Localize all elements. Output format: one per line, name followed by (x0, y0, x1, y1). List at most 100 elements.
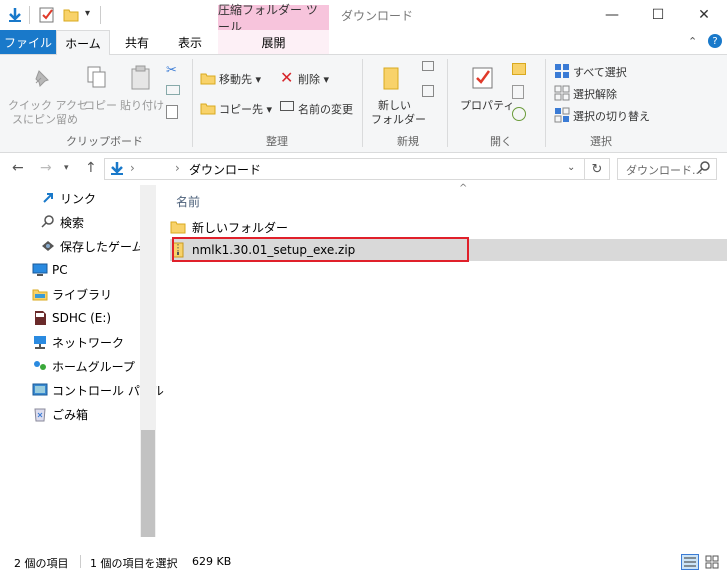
status-size: 629 KB (192, 555, 232, 568)
forward-button[interactable]: → (40, 160, 52, 176)
copy-button[interactable]: コピー (84, 97, 117, 113)
copy-icon (86, 65, 108, 92)
new-folder-icon (380, 65, 406, 94)
down-arrow-icon[interactable] (6, 6, 24, 24)
nav-item-label: ライブラリ (52, 287, 113, 302)
paste-icon (130, 65, 152, 94)
folder-icon[interactable] (62, 6, 80, 24)
pin-icon (30, 67, 52, 92)
paste-button[interactable]: 貼り付け (120, 97, 164, 113)
back-button[interactable]: ← (12, 160, 24, 176)
recent-locations-icon[interactable]: ▾ (64, 163, 69, 173)
list-item[interactable]: 新しいフォルダー (170, 216, 727, 238)
library-icon (32, 286, 48, 302)
maximize-button[interactable]: ☐ (635, 0, 681, 30)
open-group-label: 開く (490, 135, 512, 148)
up-button[interactable]: ↑ (85, 160, 97, 176)
navigation-pane: リンク 検索 保存したゲーム PC ライブラリ SDHC (E:) ネットワーク… (0, 185, 164, 537)
search-icon[interactable] (696, 160, 712, 179)
delete-icon: ✕ (280, 68, 294, 87)
divider (545, 59, 546, 147)
properties-button[interactable]: プロパティ (460, 97, 514, 113)
tab-extract[interactable]: 展開 (218, 30, 329, 54)
search-placeholder: ダウンロード... (626, 164, 703, 177)
sd-card-icon (32, 310, 48, 326)
nav-item-label: PC (52, 263, 68, 277)
rename-icon (280, 101, 294, 111)
clipboard-group-label: クリップボード (66, 135, 143, 148)
properties-icon[interactable] (38, 6, 56, 24)
breadcrumb-separator[interactable]: › (175, 161, 180, 175)
status-selected: 1 個の項目を選択 (90, 557, 178, 570)
move-to-button[interactable]: 移動先 ▾ (219, 71, 261, 87)
search-icon (40, 214, 56, 230)
tab-view[interactable]: 表示 (166, 30, 214, 54)
address-bar[interactable]: › › ダウンロード ⌄ (104, 158, 585, 180)
nav-item-label: SDHC (E:) (52, 311, 112, 325)
refresh-icon: ↻ (591, 161, 603, 177)
folder-icon (170, 219, 186, 235)
tab-home[interactable]: ホーム (56, 30, 110, 55)
organize-group-label: 整理 (266, 135, 288, 148)
breadcrumb-downloads[interactable]: ダウンロード (189, 161, 261, 178)
properties-large-icon (470, 65, 496, 94)
close-button[interactable]: ✕ (681, 0, 727, 30)
cut-icon[interactable]: ✂ (166, 63, 177, 78)
select-none-button[interactable]: 選択解除 (573, 86, 617, 102)
control-panel-icon (32, 382, 48, 398)
nav-item-label: ホームグループ (52, 359, 135, 374)
paste-shortcut-icon[interactable] (166, 105, 178, 119)
delete-button[interactable]: 削除 ▾ (298, 71, 329, 87)
details-view-button[interactable] (681, 554, 699, 570)
divider (80, 555, 81, 568)
divider (29, 6, 30, 24)
tab-share[interactable]: 共有 (112, 30, 162, 54)
delete-label: 削除 (298, 73, 320, 86)
select-all-icon (554, 63, 570, 82)
copy-to-label: コピー先 (219, 103, 263, 116)
invert-selection-button[interactable]: 選択の切り替え (573, 108, 650, 124)
new-folder-button-line2[interactable]: フォルダー (371, 111, 426, 127)
tab-file[interactable]: ファイル (0, 30, 56, 54)
ribbon: クイック アクセ スにピン留め コピー 貼り付け ✂ クリップボード 移動先 ▾… (0, 55, 727, 153)
nav-item-label: 検索 (60, 215, 85, 230)
refresh-button[interactable]: ↻ (585, 158, 610, 180)
pin-quick-access-button-line2[interactable]: スにピン留め (12, 111, 78, 127)
ribbon-tabs: ファイル ホーム 共有 表示 展開 ⌃ ? (0, 30, 727, 55)
divider (362, 59, 363, 147)
select-all-button[interactable]: すべて選択 (573, 64, 627, 80)
easy-access-icon[interactable] (422, 85, 434, 97)
address-dropdown-icon[interactable]: ⌄ (567, 162, 575, 173)
file-name: 新しいフォルダー (192, 220, 289, 235)
highlight-box (172, 237, 469, 262)
nav-item-label: リンク (60, 191, 97, 206)
move-to-icon (200, 70, 216, 89)
select-group-label: 選択 (590, 135, 612, 148)
new-item-icon[interactable] (422, 61, 434, 71)
address-separator[interactable]: › (130, 161, 135, 175)
collapse-ribbon-icon[interactable]: ⌃ (688, 35, 697, 48)
nav-item-label: ごみ箱 (52, 407, 89, 422)
edit-icon[interactable] (512, 85, 524, 99)
sort-ascending-icon[interactable]: ^ (459, 183, 467, 194)
large-icons-view-button[interactable] (703, 554, 721, 570)
help-icon[interactable]: ? (708, 34, 722, 48)
search-input[interactable]: ダウンロード... (617, 158, 717, 180)
copy-path-icon[interactable] (166, 85, 180, 95)
compressed-folder-tools-label: 圧縮フォルダー ツール (218, 3, 329, 34)
rename-button[interactable]: 名前の変更 (298, 101, 353, 117)
customize-quick-access-icon[interactable]: ▾ (85, 8, 90, 19)
open-icon[interactable] (512, 63, 526, 75)
minimize-button[interactable]: — (589, 0, 635, 30)
new-group-label: 新規 (397, 135, 419, 148)
history-icon[interactable] (512, 107, 526, 121)
move-to-label: 移動先 (219, 73, 252, 86)
file-list: ^ 名前 新しいフォルダー nmlk1.30.01_setup_exe.zip (156, 183, 727, 537)
link-icon (40, 190, 56, 206)
column-header-name[interactable]: 名前 (176, 193, 200, 210)
nav-scrollbar-thumb[interactable] (141, 430, 155, 537)
window-title: ダウンロード (341, 9, 414, 23)
invert-selection-icon (554, 107, 570, 126)
homegroup-icon (32, 358, 48, 374)
copy-to-button[interactable]: コピー先 ▾ (219, 101, 272, 117)
